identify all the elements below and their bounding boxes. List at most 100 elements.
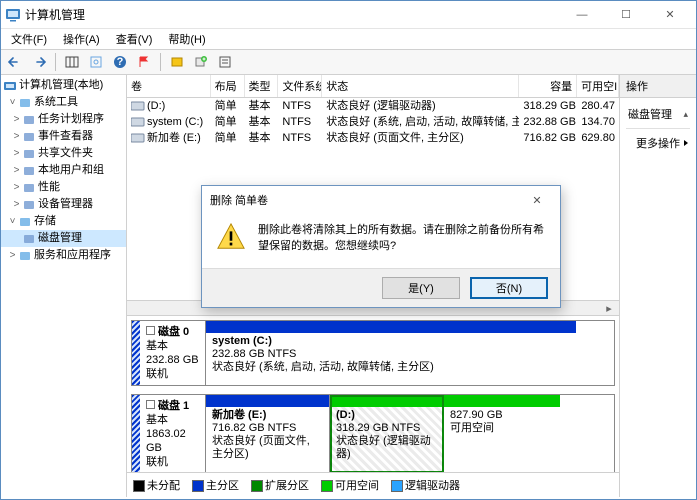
scroll-right-icon: ▸ [601, 301, 617, 315]
tree-twisty-icon[interactable]: ˃ [11, 129, 22, 144]
volume-row[interactable]: 新加卷 (E:)简单基本NTFS状态良好 (页面文件, 主分区)716.82 G… [127, 130, 619, 146]
col-type[interactable]: 类型 [245, 75, 279, 97]
window-title: 计算机管理 [25, 6, 560, 23]
partition-size: 827.90 GB [450, 409, 554, 422]
tree-item[interactable]: ˃事件查看器 [1, 128, 126, 145]
window-minimize-button[interactable]: — [560, 1, 604, 29]
actions-section[interactable]: 磁盘管理 ▴ [622, 102, 694, 126]
partition-title: 新加卷 (E:) [212, 409, 323, 422]
window-close-button[interactable]: ✕ [648, 1, 692, 29]
dialog-no-button[interactable]: 否(N) [470, 277, 548, 299]
services-icon [18, 249, 32, 263]
tree-group[interactable]: ˅系统工具 [1, 94, 126, 111]
disk-size: 232.88 GB [146, 354, 199, 366]
legend-label: 扩展分区 [265, 480, 309, 492]
window-maximize-button[interactable]: ☐ [604, 1, 648, 29]
toolbar-new-button[interactable] [191, 52, 211, 72]
tree-group[interactable]: ˃服务和应用程序 [1, 247, 126, 264]
disk-name: 磁盘 0 [158, 326, 189, 338]
toolbar-columns-button[interactable] [62, 52, 82, 72]
tree-twisty-icon[interactable]: ˃ [7, 248, 18, 263]
nav-forward-button[interactable] [29, 52, 49, 72]
tree-twisty-icon[interactable]: ˃ [11, 163, 22, 178]
col-layout[interactable]: 布局 [211, 75, 245, 97]
volume-type: 基本 [245, 98, 279, 114]
legend-label: 主分区 [206, 480, 239, 492]
toolbar-search-button[interactable] [86, 52, 106, 72]
tree-item[interactable]: 磁盘管理 [1, 230, 126, 247]
tree-twisty-icon[interactable]: ˃ [11, 180, 22, 195]
legend-item: 扩展分区 [251, 477, 309, 493]
actions-more[interactable]: 更多操作 [622, 131, 694, 155]
volume-status: 状态良好 (页面文件, 主分区) [322, 130, 519, 146]
volume-row[interactable]: system (C:)简单基本NTFS状态良好 (系统, 启动, 活动, 故障转… [127, 114, 619, 130]
volume-icon [131, 117, 145, 127]
tree-twisty-icon[interactable]: ˃ [11, 146, 22, 161]
tree-item[interactable]: ˃性能 [1, 179, 126, 196]
dialog-close-button[interactable]: ✕ [522, 194, 552, 207]
tree-twisty-icon[interactable]: ˃ [11, 197, 22, 212]
tree-root-label: 计算机管理(本地) [19, 78, 103, 93]
partition-status: 状态良好 (逻辑驱动器) [336, 435, 437, 461]
toolbar-help-button[interactable]: ? [110, 52, 130, 72]
dialog-title-bar: 删除 简单卷 ✕ [202, 186, 560, 214]
menu-action[interactable]: 操作(A) [57, 29, 106, 49]
toolbar-ext-button[interactable] [167, 52, 187, 72]
menu-bar: 文件(F) 操作(A) 查看(V) 帮助(H) [1, 29, 696, 49]
legend-item: 主分区 [192, 477, 239, 493]
col-free[interactable]: 可用空I [577, 75, 619, 97]
volume-status: 状态良好 (系统, 启动, 活动, 故障转储, 主分区) [322, 114, 519, 130]
disk-info[interactable]: 磁盘 1基本1863.02 GB联机 [132, 395, 206, 472]
toolbar: ? [1, 49, 696, 75]
col-status[interactable]: 状态 [322, 75, 519, 97]
toolbar-flag-button[interactable] [134, 52, 154, 72]
partition-block[interactable]: 新加卷 (E:)716.82 GB NTFS状态良好 (页面文件, 主分区) [206, 395, 330, 472]
tree-item[interactable]: ˃设备管理器 [1, 196, 126, 213]
col-volume[interactable]: 卷 [127, 75, 211, 97]
disk-state: 联机 [146, 368, 168, 380]
col-capacity[interactable]: 容量 [519, 75, 577, 97]
partition-block[interactable]: (D:)318.29 GB NTFS状态良好 (逻辑驱动器) [330, 395, 444, 472]
app-icon [5, 7, 21, 23]
tree-twisty-icon[interactable]: ˅ [7, 95, 18, 110]
tree-item-label: 本地用户和组 [38, 163, 104, 178]
legend-swatch [251, 480, 263, 492]
tree-twisty-icon[interactable]: ˃ [11, 112, 22, 127]
disk-graph-area: 磁盘 0基本232.88 GB联机system (C:)232.88 GB NT… [127, 316, 619, 472]
menu-help[interactable]: 帮助(H) [162, 29, 211, 49]
legend-label: 未分配 [147, 480, 180, 492]
toolbar-props-button[interactable] [215, 52, 235, 72]
disk-info[interactable]: 磁盘 0基本232.88 GB联机 [132, 321, 206, 385]
partition-block[interactable]: system (C:)232.88 GB NTFS状态良好 (系统, 启动, 活… [206, 321, 576, 385]
tree-twisty-icon[interactable]: ˅ [7, 214, 18, 229]
tree-item-label: 共享文件夹 [38, 146, 93, 161]
tree-item[interactable]: ˃任务计划程序 [1, 111, 126, 128]
legend-swatch [192, 480, 204, 492]
legend-item: 可用空间 [321, 477, 379, 493]
tree-root[interactable]: 计算机管理(本地) [1, 77, 126, 94]
col-fs[interactable]: 文件系统 [278, 75, 322, 97]
partition-size: 716.82 GB NTFS [212, 422, 323, 435]
volume-layout: 简单 [211, 98, 245, 114]
nav-back-button[interactable] [5, 52, 25, 72]
tree-item[interactable]: ˃ 共享文件夹 [1, 145, 126, 162]
volume-free: 629.80 [577, 130, 619, 146]
perf-icon [22, 181, 36, 195]
legend-label: 可用空间 [335, 480, 379, 492]
volume-icon [131, 133, 145, 143]
partition-status: 状态良好 (系统, 启动, 活动, 故障转储, 主分区) [212, 361, 570, 374]
wrench-icon [18, 96, 32, 110]
actions-more-label: 更多操作 [636, 135, 680, 151]
menu-view[interactable]: 查看(V) [110, 29, 159, 49]
menu-file[interactable]: 文件(F) [5, 29, 53, 49]
diskmgmt-icon [22, 232, 36, 246]
toolbar-separator [160, 53, 161, 71]
folder-icon [22, 147, 36, 161]
dialog-yes-button[interactable]: 是(Y) [382, 277, 460, 299]
tree-group[interactable]: ˅存储 [1, 213, 126, 230]
volume-capacity: 318.29 GB [519, 98, 577, 114]
dialog-message: 删除此卷将清除其上的所有数据。请在删除之前备份所有希望保留的数据。您想继续吗? [258, 222, 546, 254]
tree-item[interactable]: ˃ 本地用户和组 [1, 162, 126, 179]
volume-row[interactable]: (D:)简单基本NTFS状态良好 (逻辑驱动器)318.29 GB280.47 [127, 98, 619, 114]
partition-block[interactable]: 827.90 GB可用空间 [444, 395, 560, 472]
